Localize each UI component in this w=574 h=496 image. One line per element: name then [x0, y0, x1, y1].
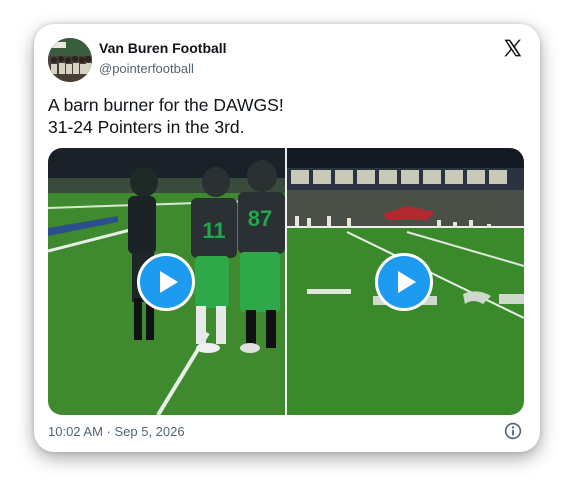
info-icon[interactable]	[504, 422, 522, 440]
jersey-number: 87	[248, 206, 272, 231]
jersey-number: 11	[202, 218, 225, 243]
author-name[interactable]: Van Buren Football	[99, 40, 227, 56]
author-handle[interactable]: @pointerfootball	[99, 61, 194, 76]
x-logo-icon[interactable]	[502, 38, 522, 58]
media-grid: 11 87	[48, 148, 524, 415]
tweet-text: A barn burner for the DAWGS! 31-24 Point…	[48, 94, 518, 138]
play-icon	[159, 271, 178, 293]
play-button[interactable]	[375, 253, 433, 311]
avatar[interactable]	[48, 38, 92, 82]
tweet-timestamp[interactable]: 10:02 AM · Sep 5, 2026	[48, 424, 185, 439]
video-right[interactable]	[287, 148, 524, 415]
tweet-text-line: 31-24 Pointers in the 3rd.	[48, 117, 245, 137]
video-left[interactable]: 11 87	[48, 148, 285, 415]
tweet-card: Van Buren Football @pointerfootball A ba…	[34, 24, 540, 452]
play-icon	[397, 271, 416, 293]
play-button[interactable]	[137, 253, 195, 311]
tweet-text-line: A barn burner for the DAWGS!	[48, 95, 284, 115]
